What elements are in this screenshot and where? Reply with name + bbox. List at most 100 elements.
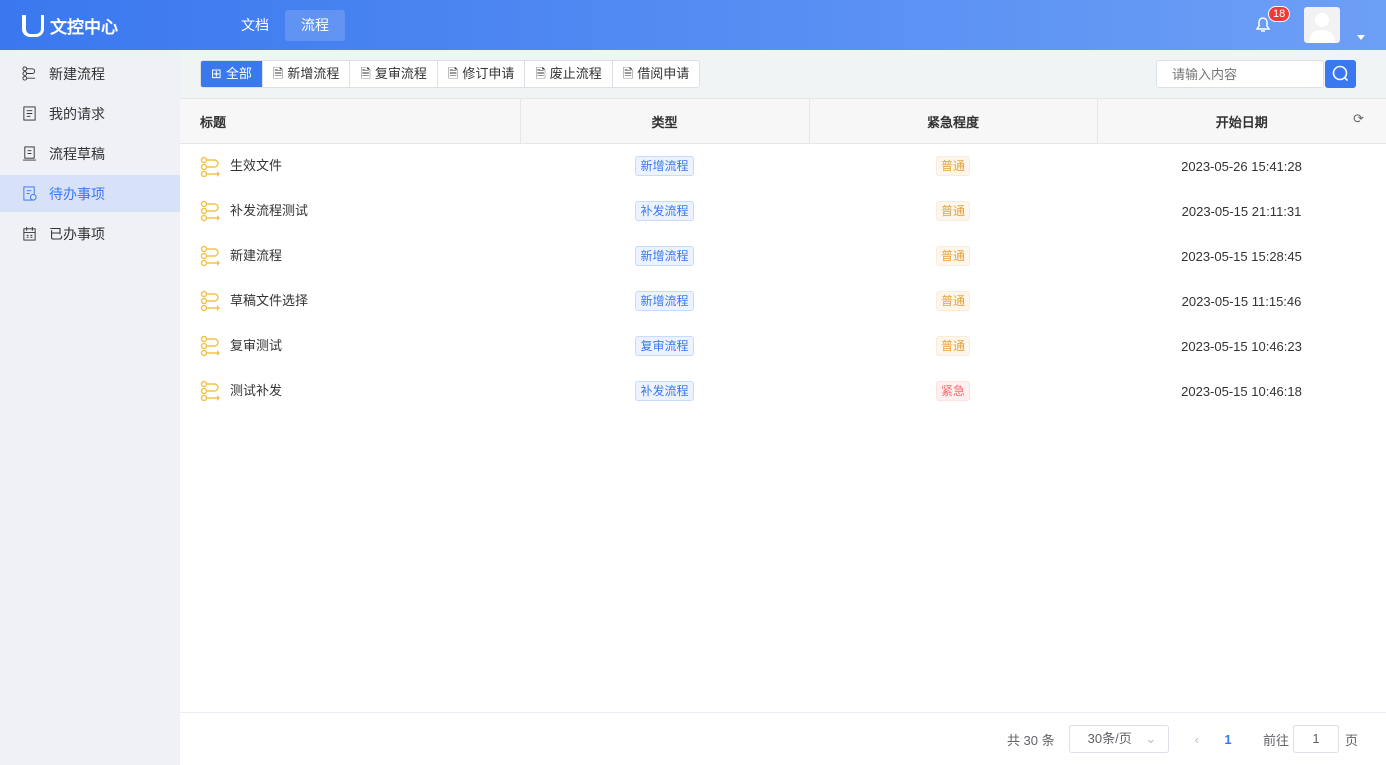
app-title: 文控中心: [50, 13, 118, 38]
row-title[interactable]: 补发流程测试: [180, 189, 520, 234]
col-start-date[interactable]: 开始日期 ⟳: [1097, 99, 1386, 144]
filter-review-flow[interactable]: 🗎复审流程: [349, 61, 436, 87]
row-type: 复审流程: [520, 324, 809, 369]
avatar[interactable]: [1304, 7, 1340, 43]
row-title-text: 测试补发: [230, 383, 282, 398]
page-size-value: 30条/页: [1088, 731, 1132, 746]
row-title-text: 复审测试: [230, 338, 282, 353]
doc-icon: 🗎: [535, 61, 545, 87]
filter-abolish[interactable]: 🗎废止流程: [524, 61, 611, 87]
type-tag: 补发流程: [635, 201, 693, 221]
top-header: 文控中心 文档 流程 18: [0, 0, 1386, 50]
doc-icon: 🗎: [448, 61, 458, 87]
filter-label: 全部: [226, 61, 252, 87]
row-date: 2023-05-26 15:41:28: [1097, 144, 1386, 189]
flow-icon: [22, 66, 37, 81]
row-type: 新增流程: [520, 234, 809, 279]
workflow-icon: [200, 380, 222, 402]
notification-badge: 18: [1268, 6, 1290, 22]
type-tag: 新增流程: [635, 291, 693, 311]
filter-label: 修订申请: [462, 61, 514, 87]
todo-icon: [22, 186, 37, 201]
chevron-down-icon: ⌄: [1145, 731, 1156, 746]
request-icon: [22, 106, 37, 121]
row-date: 2023-05-15 21:11:31: [1097, 189, 1386, 234]
goto-label: 前往: [1263, 733, 1289, 748]
urgency-tag: 普通: [936, 156, 970, 176]
sidebar-item-drafts[interactable]: 流程草稿: [0, 135, 180, 172]
table-row[interactable]: 生效文件 新增流程 普通 2023-05-26 15:41:28: [180, 144, 1386, 189]
sidebar-item-new-flow[interactable]: 新建流程: [0, 55, 180, 92]
filter-label: 新增流程: [287, 61, 339, 87]
row-title[interactable]: 草稿文件选择: [180, 279, 520, 324]
nav-workflow[interactable]: 流程: [285, 10, 345, 41]
urgency-tag: 紧急: [936, 381, 970, 401]
col-type[interactable]: 类型: [520, 99, 809, 144]
todo-table: 标题 类型 紧急程度 开始日期 ⟳ 生效文件 新增流程 普通 2023-05-26…: [180, 98, 1386, 414]
type-tag: 复审流程: [635, 336, 693, 356]
row-type: 新增流程: [520, 144, 809, 189]
user-menu-caret-icon[interactable]: [1357, 35, 1365, 44]
row-type: 新增流程: [520, 279, 809, 324]
filter-revision[interactable]: 🗎修订申请: [437, 61, 524, 87]
table-row[interactable]: 复审测试 复审流程 普通 2023-05-15 10:46:23: [180, 324, 1386, 369]
sidebar-item-done[interactable]: 已办事项: [0, 215, 180, 252]
col-label: 开始日期: [1216, 115, 1268, 130]
row-urgency: 普通: [809, 279, 1097, 324]
row-date: 2023-05-15 10:46:23: [1097, 324, 1386, 369]
workflow-icon: [200, 200, 222, 222]
sidebar: 新建流程 我的请求 流程草稿 待办事项 已办事项: [0, 50, 180, 765]
page-size-select[interactable]: 30条/页 ⌄: [1069, 725, 1169, 753]
row-title-text: 草稿文件选择: [230, 293, 308, 308]
page-suffix: 页: [1345, 730, 1358, 749]
page-1[interactable]: 1: [1213, 732, 1243, 747]
type-tag: 新增流程: [635, 156, 693, 176]
row-date: 2023-05-15 10:46:18: [1097, 369, 1386, 414]
search-input[interactable]: [1156, 60, 1324, 88]
sidebar-item-my-requests[interactable]: 我的请求: [0, 95, 180, 132]
type-tag: 新增流程: [635, 246, 693, 266]
doc-icon: 🗎: [623, 61, 633, 87]
row-type: 补发流程: [520, 369, 809, 414]
table-row[interactable]: 补发流程测试 补发流程 普通 2023-05-15 21:11:31: [180, 189, 1386, 234]
doc-icon: 🗎: [360, 61, 370, 87]
filter-all[interactable]: ⊞全部: [201, 61, 262, 87]
row-title[interactable]: 复审测试: [180, 324, 520, 369]
filter-label: 复审流程: [375, 61, 427, 87]
urgency-tag: 普通: [936, 336, 970, 356]
sidebar-label: 流程草稿: [49, 144, 105, 164]
table-row[interactable]: 草稿文件选择 新增流程 普通 2023-05-15 11:15:46: [180, 279, 1386, 324]
row-urgency: 普通: [809, 144, 1097, 189]
col-title[interactable]: 标题: [180, 99, 520, 144]
prev-page-icon[interactable]: ‹: [1195, 732, 1199, 747]
table-row[interactable]: 测试补发 补发流程 紧急 2023-05-15 10:46:18: [180, 369, 1386, 414]
search-button[interactable]: [1325, 60, 1356, 88]
type-tag: 补发流程: [635, 381, 693, 401]
draft-icon: [22, 146, 37, 161]
pagination: 共 30 条 30条/页 ⌄ ‹ 1 前往 1 页: [180, 712, 1386, 765]
sidebar-item-todo[interactable]: 待办事项: [0, 175, 180, 212]
nav-documents[interactable]: 文档: [225, 10, 285, 41]
logo-icon: [22, 15, 44, 37]
workflow-icon: [200, 156, 222, 178]
grid-icon: ⊞: [211, 61, 222, 87]
filter-group: ⊞全部 🗎新增流程 🗎复审流程 🗎修订申请 🗎废止流程 🗎借阅申请: [200, 60, 700, 88]
filter-new-flow[interactable]: 🗎新增流程: [262, 61, 349, 87]
table-row[interactable]: 新建流程 新增流程 普通 2023-05-15 15:28:45: [180, 234, 1386, 279]
col-urgency[interactable]: 紧急程度: [809, 99, 1097, 144]
sidebar-label: 我的请求: [49, 104, 105, 124]
row-type: 补发流程: [520, 189, 809, 234]
filter-label: 借阅申请: [637, 61, 689, 87]
row-title-text: 新建流程: [230, 248, 282, 263]
row-title[interactable]: 测试补发: [180, 369, 520, 414]
sidebar-label: 待办事项: [49, 184, 105, 204]
refresh-icon[interactable]: ⟳: [1353, 111, 1364, 127]
filter-borrow[interactable]: 🗎借阅申请: [612, 61, 699, 87]
row-date: 2023-05-15 15:28:45: [1097, 234, 1386, 279]
workflow-icon: [200, 290, 222, 312]
workflow-icon: [200, 335, 222, 357]
row-title[interactable]: 新建流程: [180, 234, 520, 279]
total-count: 共 30 条: [1007, 730, 1055, 749]
row-title[interactable]: 生效文件: [180, 144, 520, 189]
goto-page-input[interactable]: 1: [1293, 725, 1339, 753]
